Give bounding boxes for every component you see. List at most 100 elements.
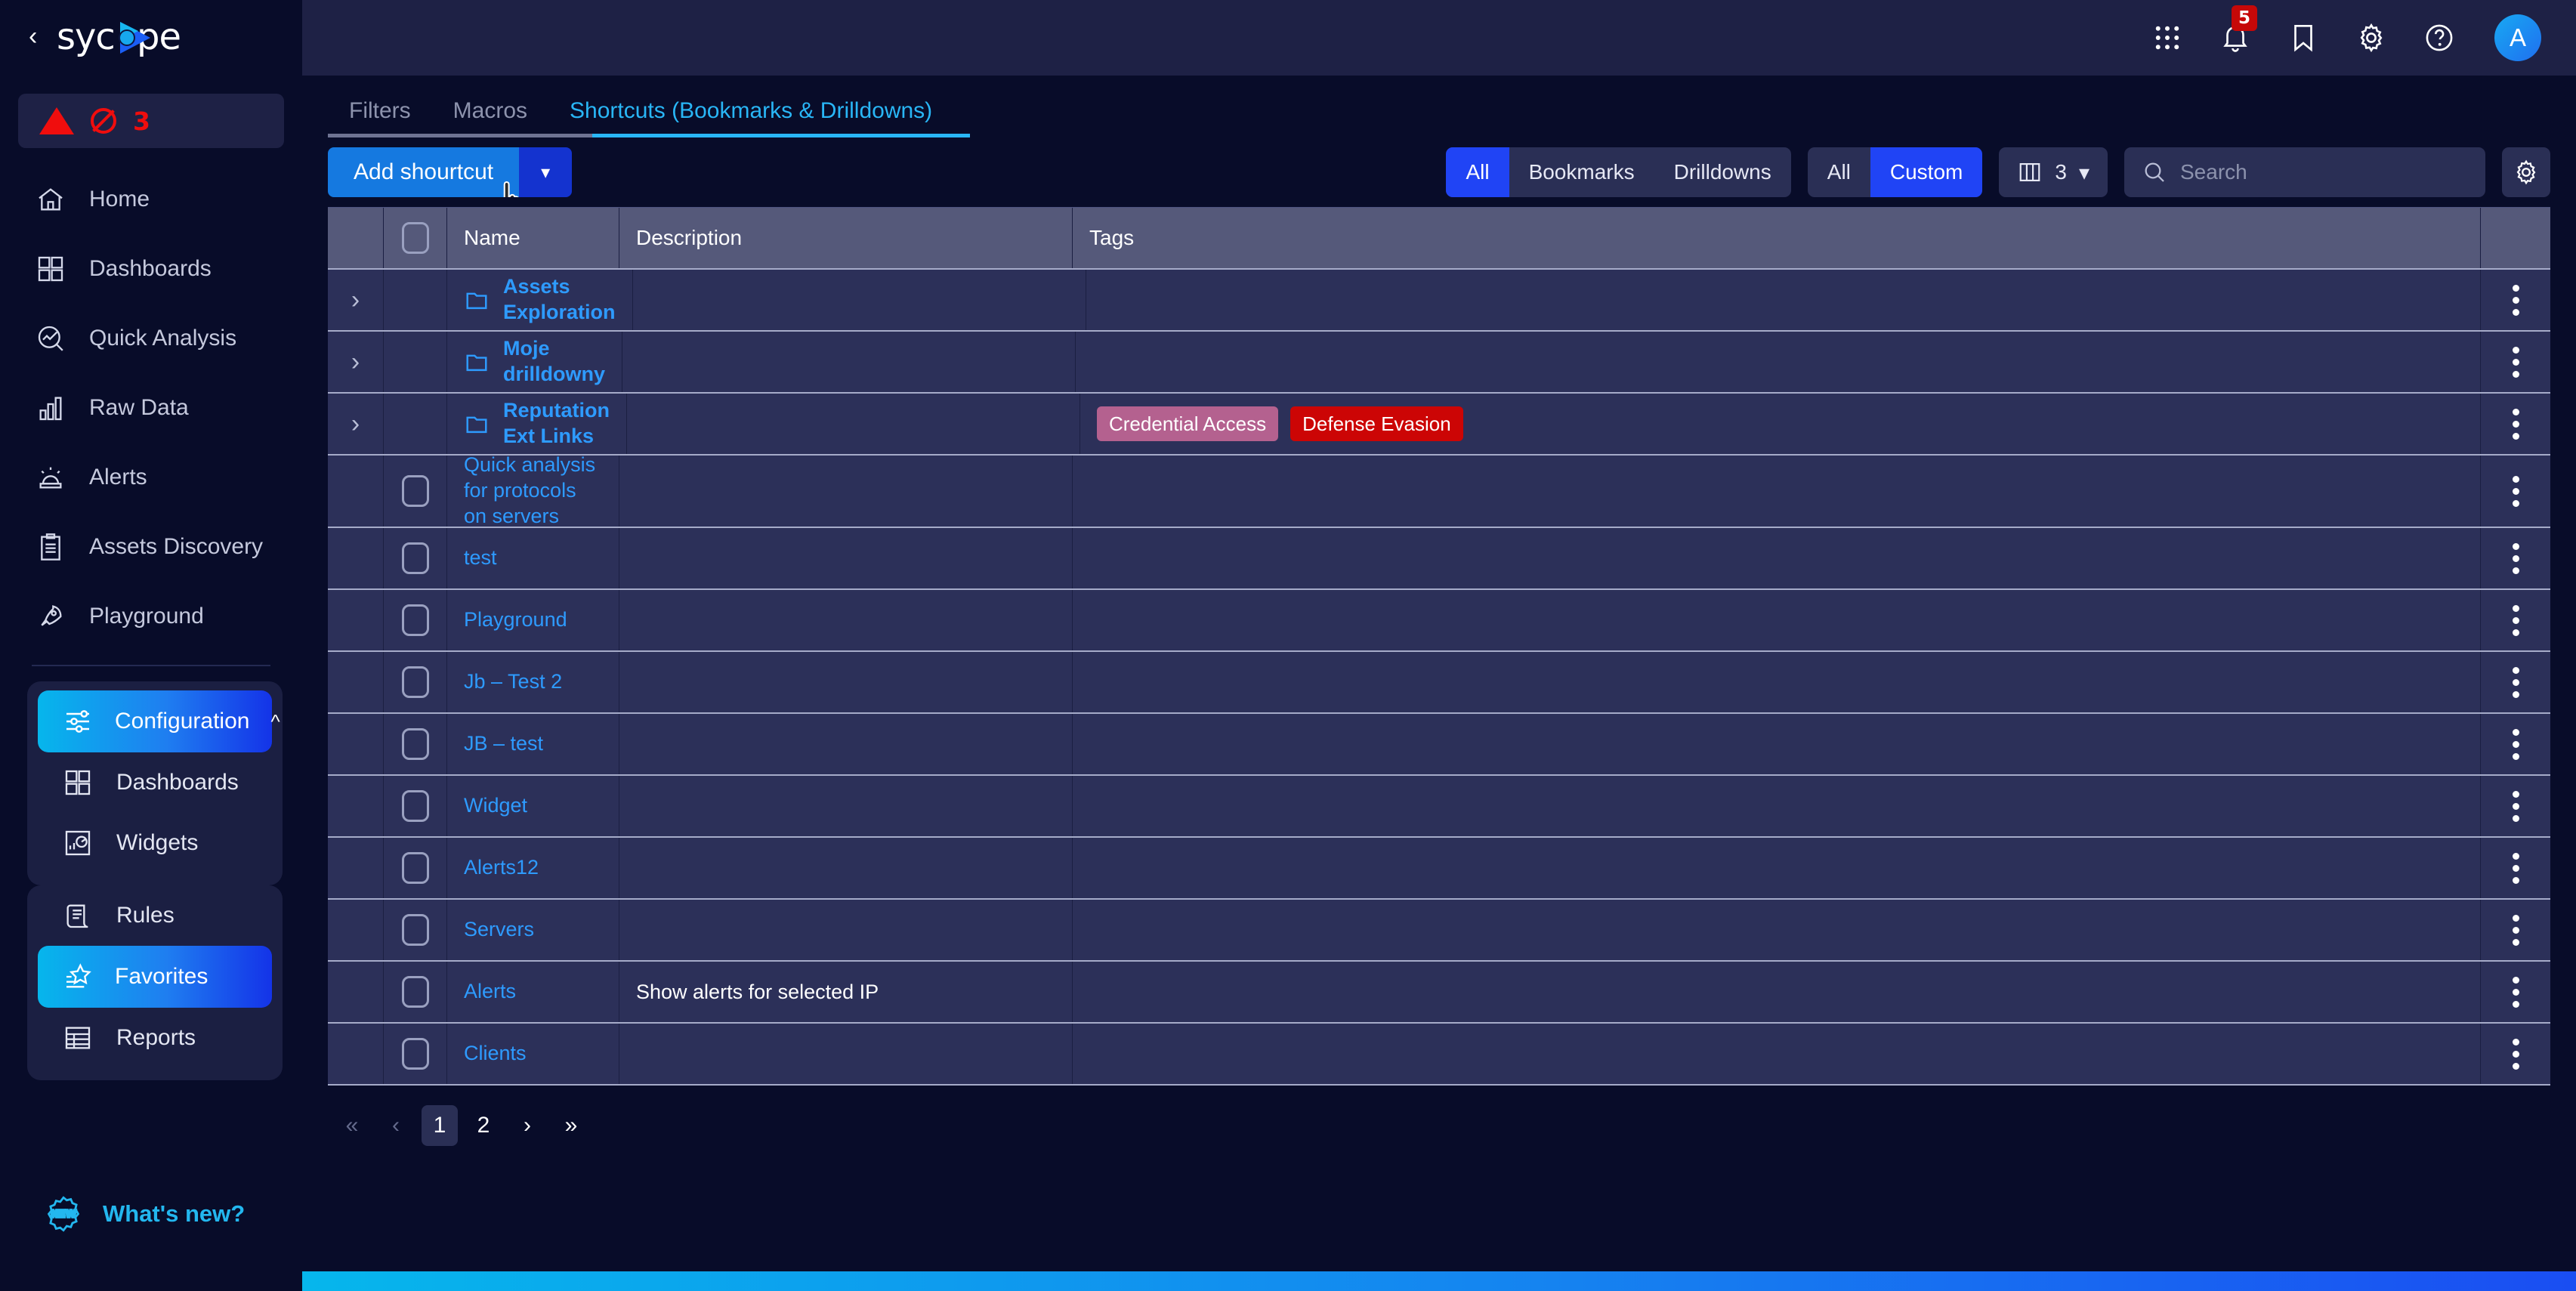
table-row[interactable]: Jb – Test 2 bbox=[328, 652, 2550, 714]
row-actions-menu[interactable] bbox=[2481, 456, 2550, 527]
sidebar-item-alerts[interactable]: Alerts bbox=[0, 443, 302, 512]
row-expander[interactable]: › bbox=[328, 394, 384, 454]
sidebar-item-dashboards[interactable]: Dashboards bbox=[0, 234, 302, 304]
row-name-link[interactable]: Jb – Test 2 bbox=[464, 669, 562, 695]
search-input[interactable] bbox=[2180, 160, 2467, 184]
pagination-page-1[interactable]: 1 bbox=[422, 1105, 458, 1146]
apps-grid-icon[interactable] bbox=[2150, 20, 2185, 55]
table-row[interactable]: Quick analysis for protocols on servers bbox=[328, 453, 2550, 528]
vertical-dots-icon[interactable] bbox=[2512, 790, 2519, 822]
row-expander[interactable]: › bbox=[328, 270, 384, 330]
row-name-link[interactable]: test bbox=[464, 545, 497, 571]
tab-filters[interactable]: Filters bbox=[328, 98, 432, 137]
header-description[interactable]: Description bbox=[619, 208, 1073, 268]
pagination-first[interactable]: « bbox=[334, 1105, 370, 1146]
row-name-link[interactable]: Playground bbox=[464, 607, 567, 633]
row-checkbox[interactable] bbox=[401, 542, 429, 574]
scope-custom[interactable]: Custom bbox=[1870, 147, 1983, 197]
pagination-prev[interactable]: ‹ bbox=[378, 1105, 414, 1146]
row-checkbox[interactable] bbox=[401, 976, 429, 1008]
row-actions-menu[interactable] bbox=[2481, 1024, 2550, 1084]
sidebar-item-playground[interactable]: Playground bbox=[0, 582, 302, 651]
table-row[interactable]: › Reputation Ext Links Credential Access… bbox=[328, 394, 2550, 456]
vertical-dots-icon[interactable] bbox=[2512, 346, 2519, 378]
bookmark-icon[interactable] bbox=[2286, 20, 2321, 55]
table-settings-button[interactable] bbox=[2502, 147, 2550, 197]
sidebar-item-favorites[interactable]: Favorites bbox=[38, 946, 272, 1008]
chevron-down-icon[interactable]: ▾ bbox=[519, 147, 573, 197]
add-shortcut-button-group[interactable]: Add shourtcut ▾ bbox=[328, 147, 573, 197]
status-badge[interactable]: Credential Access bbox=[1097, 406, 1279, 441]
filter-bookmarks[interactable]: Bookmarks bbox=[1509, 147, 1654, 197]
vertical-dots-icon[interactable] bbox=[2512, 604, 2519, 636]
sidebar-item-raw-data[interactable]: Raw Data bbox=[0, 373, 302, 443]
chevron-up-icon[interactable]: ^ bbox=[270, 710, 280, 734]
header-name[interactable]: Name bbox=[447, 208, 619, 268]
search-box[interactable] bbox=[2124, 147, 2485, 197]
vertical-dots-icon[interactable] bbox=[2512, 475, 2519, 507]
row-expander[interactable]: › bbox=[328, 332, 384, 392]
row-actions-menu[interactable] bbox=[2481, 528, 2550, 588]
vertical-dots-icon[interactable] bbox=[2512, 728, 2519, 760]
filter-all[interactable]: All bbox=[1446, 147, 1509, 197]
chevron-left-icon[interactable]: ‹ bbox=[29, 23, 37, 49]
vertical-dots-icon[interactable] bbox=[2512, 1038, 2519, 1070]
scope-all[interactable]: All bbox=[1808, 147, 1870, 197]
status-badge[interactable]: Defense Evasion bbox=[1290, 406, 1463, 441]
chevron-right-icon[interactable]: › bbox=[351, 411, 360, 437]
sidebar-item-config-dashboards[interactable]: Dashboards bbox=[27, 752, 283, 813]
row-actions-menu[interactable] bbox=[2481, 714, 2550, 774]
tab-shortcuts[interactable]: Shortcuts (Bookmarks & Drilldowns) bbox=[548, 98, 953, 137]
table-row[interactable]: Alerts Show alerts for selected IP bbox=[328, 962, 2550, 1024]
table-row[interactable]: test bbox=[328, 528, 2550, 590]
row-name-link[interactable]: Assets Exploration bbox=[503, 274, 616, 326]
add-shortcut-button[interactable]: Add shourtcut bbox=[328, 147, 520, 197]
header-tags[interactable]: Tags bbox=[1073, 208, 2481, 268]
row-actions-menu[interactable] bbox=[2481, 776, 2550, 836]
row-actions-menu[interactable] bbox=[2481, 838, 2550, 898]
table-row[interactable]: Alerts12 bbox=[328, 838, 2550, 900]
table-row[interactable]: › Moje drilldowny bbox=[328, 332, 2550, 394]
pagination-last[interactable]: » bbox=[553, 1105, 589, 1146]
gear-icon[interactable] bbox=[2354, 20, 2389, 55]
sidebar-item-configuration[interactable]: Configuration ^ bbox=[38, 690, 280, 752]
filter-drilldowns[interactable]: Drilldowns bbox=[1654, 147, 1791, 197]
sidebar-item-quick-analysis[interactable]: Quick Analysis bbox=[0, 304, 302, 373]
table-row[interactable]: Servers bbox=[328, 900, 2550, 962]
column-count-selector[interactable]: 3 ▾ bbox=[1999, 147, 2108, 197]
chevron-down-icon[interactable]: ▾ bbox=[2079, 160, 2090, 185]
vertical-dots-icon[interactable] bbox=[2512, 284, 2519, 316]
row-checkbox[interactable] bbox=[401, 475, 429, 507]
pagination-next[interactable]: › bbox=[509, 1105, 545, 1146]
row-checkbox[interactable] bbox=[401, 1038, 429, 1070]
row-actions-menu[interactable] bbox=[2481, 270, 2550, 330]
sidebar-item-rules[interactable]: Rules bbox=[27, 885, 283, 946]
vertical-dots-icon[interactable] bbox=[2512, 852, 2519, 884]
row-actions-menu[interactable] bbox=[2481, 652, 2550, 712]
vertical-dots-icon[interactable] bbox=[2512, 976, 2519, 1008]
vertical-dots-icon[interactable] bbox=[2512, 542, 2519, 574]
pagination-page-2[interactable]: 2 bbox=[465, 1105, 502, 1146]
table-row[interactable]: Clients bbox=[328, 1024, 2550, 1086]
row-name-link[interactable]: Quick analysis for protocols on servers bbox=[464, 452, 602, 529]
chevron-right-icon[interactable]: › bbox=[351, 287, 360, 313]
whats-new-button[interactable]: NEW What's new? bbox=[44, 1194, 245, 1234]
row-name-link[interactable]: Alerts12 bbox=[464, 855, 539, 881]
sidebar-item-config-widgets[interactable]: Widgets bbox=[27, 813, 283, 873]
row-checkbox[interactable] bbox=[401, 604, 429, 636]
table-row[interactable]: Playground bbox=[328, 590, 2550, 652]
row-checkbox[interactable] bbox=[401, 666, 429, 698]
row-name-link[interactable]: Widget bbox=[464, 793, 527, 819]
row-name-link[interactable]: Clients bbox=[464, 1041, 527, 1067]
row-checkbox[interactable] bbox=[401, 728, 429, 760]
tab-macros[interactable]: Macros bbox=[432, 98, 548, 137]
table-row[interactable]: JB – test bbox=[328, 714, 2550, 776]
row-actions-menu[interactable] bbox=[2481, 590, 2550, 650]
row-name-link[interactable]: Moje drilldowny bbox=[503, 336, 605, 388]
table-row[interactable]: Widget bbox=[328, 776, 2550, 838]
row-name-link[interactable]: Alerts bbox=[464, 979, 516, 1005]
row-actions-menu[interactable] bbox=[2481, 332, 2550, 392]
row-checkbox[interactable] bbox=[401, 852, 429, 884]
row-name-link[interactable]: Servers bbox=[464, 917, 534, 943]
vertical-dots-icon[interactable] bbox=[2512, 408, 2519, 440]
